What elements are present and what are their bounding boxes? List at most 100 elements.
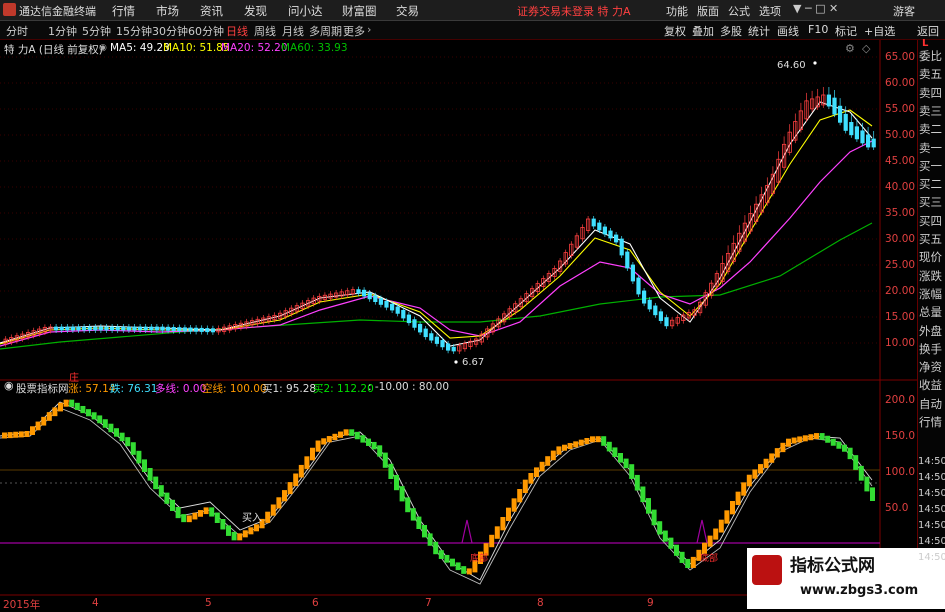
extra-values-label: : -10.00 : 80.00 (368, 381, 449, 393)
indicator-block (612, 447, 618, 457)
menu-jiaoyi[interactable]: 交易 (396, 3, 419, 19)
side-item-15[interactable]: 外盘 (919, 323, 942, 339)
side-item-11[interactable]: 现价 (919, 249, 942, 265)
side-item-4[interactable]: 卖二 (919, 121, 942, 137)
menu-gongneng[interactable]: 功能 (666, 3, 688, 19)
indicator-block (758, 464, 763, 474)
menu-banmian[interactable]: 版面 (697, 3, 719, 19)
indicator-block (125, 437, 131, 447)
window-controls-icon[interactable]: ▼ ─ □ ✕ (793, 2, 838, 15)
indicator-block (707, 535, 713, 547)
indicator-time-label: 14:50 (918, 552, 945, 563)
price-axis-50: 50.00 (885, 129, 916, 141)
buy-in-mark: 买入 (242, 513, 262, 524)
indicator-block (338, 431, 343, 438)
period-60min[interactable]: 60分钟 (188, 23, 224, 39)
btn-biaoji[interactable]: 标记 (835, 23, 857, 39)
indicator-time-label: 14:50 (918, 488, 945, 499)
indicator-block (102, 419, 108, 428)
side-item-7[interactable]: 买二 (919, 176, 942, 192)
side-item-18[interactable]: 收益 (919, 377, 942, 393)
indicator-block (304, 456, 310, 469)
btn-diejia[interactable]: 叠加 (692, 23, 714, 39)
generated-marks (2, 61, 876, 575)
indicator-block (735, 491, 741, 505)
side-item-0[interactable]: 委比 (919, 48, 942, 64)
menu-faxian[interactable]: 发现 (244, 3, 267, 19)
more-chevron-icon[interactable]: › (367, 23, 371, 36)
indicator-block (780, 442, 786, 453)
indicator-block (58, 402, 63, 412)
btn-zixuan[interactable]: +自选 (864, 23, 895, 39)
ind-axis-200: 200.0 (885, 394, 916, 406)
side-item-19[interactable]: 自动 (919, 396, 942, 412)
side-item-1[interactable]: 卖五 (919, 66, 942, 82)
side-item-9[interactable]: 买四 (919, 213, 942, 229)
price-axis-35: 35.00 (885, 207, 916, 219)
btn-f10[interactable]: F10 (808, 23, 828, 36)
indicator-block (136, 450, 142, 464)
side-item-8[interactable]: 买三 (919, 194, 942, 210)
period-5min[interactable]: 5分钟 (82, 23, 111, 39)
indicator-block (797, 436, 803, 443)
side-item-14[interactable]: 总量 (919, 304, 942, 320)
menu-zixun[interactable]: 资讯 (200, 3, 223, 19)
indicator-toggle-icon[interactable]: ◉ (4, 379, 14, 392)
side-item-13[interactable]: 涨幅 (919, 286, 942, 302)
side-item-12[interactable]: 涨跌 (919, 268, 942, 284)
period-more[interactable]: 更多 (343, 23, 365, 39)
menu-shichang[interactable]: 市场 (156, 3, 179, 19)
btn-fuquan[interactable]: 复权 (664, 23, 686, 39)
info-toggle-icon[interactable]: ◉ (99, 43, 107, 53)
period-day[interactable]: 日线 (226, 23, 248, 39)
indicator-block (461, 566, 467, 574)
indicator-block (433, 541, 439, 555)
indicator-block (80, 405, 86, 414)
side-item-5[interactable]: 卖一 (919, 140, 942, 156)
indicator-block (830, 438, 836, 446)
side-item-3[interactable]: 卖三 (919, 103, 942, 119)
btn-huaxian[interactable]: 画线 (777, 23, 799, 39)
indicator-block (114, 428, 119, 437)
guest-label[interactable]: 游客 (893, 3, 915, 19)
side-item-6[interactable]: 买一 (919, 158, 942, 174)
side-item-17[interactable]: 净资 (919, 359, 942, 375)
indicator-block (287, 482, 293, 495)
menu-wenxiaoda[interactable]: 问小达 (288, 3, 323, 19)
period-month[interactable]: 月线 (282, 23, 304, 39)
fall-label: 跌: 76.31 (110, 383, 158, 395)
menu-hangqing[interactable]: 行情 (112, 3, 135, 19)
panel-menu-icon[interactable]: ◇ (862, 42, 870, 55)
indicator-block (819, 433, 825, 440)
side-item-16[interactable]: 换手 (919, 341, 942, 357)
side-item-10[interactable]: 买五 (919, 231, 942, 247)
indicator-time-label: 14:50 (918, 504, 945, 515)
indicator-block (270, 504, 276, 516)
period-week[interactable]: 周线 (254, 23, 276, 39)
indicator-block (142, 459, 147, 472)
indicator-block (679, 551, 685, 563)
side-item-20[interactable]: 行情 (919, 414, 942, 430)
indicator-block (282, 490, 287, 502)
marker-dot (813, 61, 817, 65)
side-item-2[interactable]: 卖四 (919, 85, 942, 101)
menu-gongshi[interactable]: 公式 (728, 3, 750, 19)
btn-fanhui[interactable]: 返回 (917, 23, 939, 39)
indicator-block (578, 439, 584, 446)
date-axis-2015: 2015年 (3, 599, 41, 611)
indicator-block (74, 402, 80, 410)
btn-duogu[interactable]: 多股 (720, 23, 742, 39)
menu-caifuquan[interactable]: 财富圈 (342, 3, 377, 19)
indicator-block (186, 515, 192, 523)
settings-gear-icon[interactable]: ⚙ (845, 42, 855, 55)
btn-tongji[interactable]: 统计 (748, 23, 770, 39)
indicator-block (455, 562, 461, 571)
period-1min[interactable]: 1分钟 (48, 23, 77, 39)
period-30min[interactable]: 30分钟 (152, 23, 188, 39)
period-fenshi[interactable]: 分时 (6, 23, 28, 39)
period-15min[interactable]: 15分钟 (116, 23, 152, 39)
period-multi[interactable]: 多周期 (309, 23, 342, 39)
top-marker: 庄 (69, 373, 79, 384)
indicator-block (315, 440, 321, 452)
menu-xuanxiang[interactable]: 选项 (759, 3, 781, 19)
